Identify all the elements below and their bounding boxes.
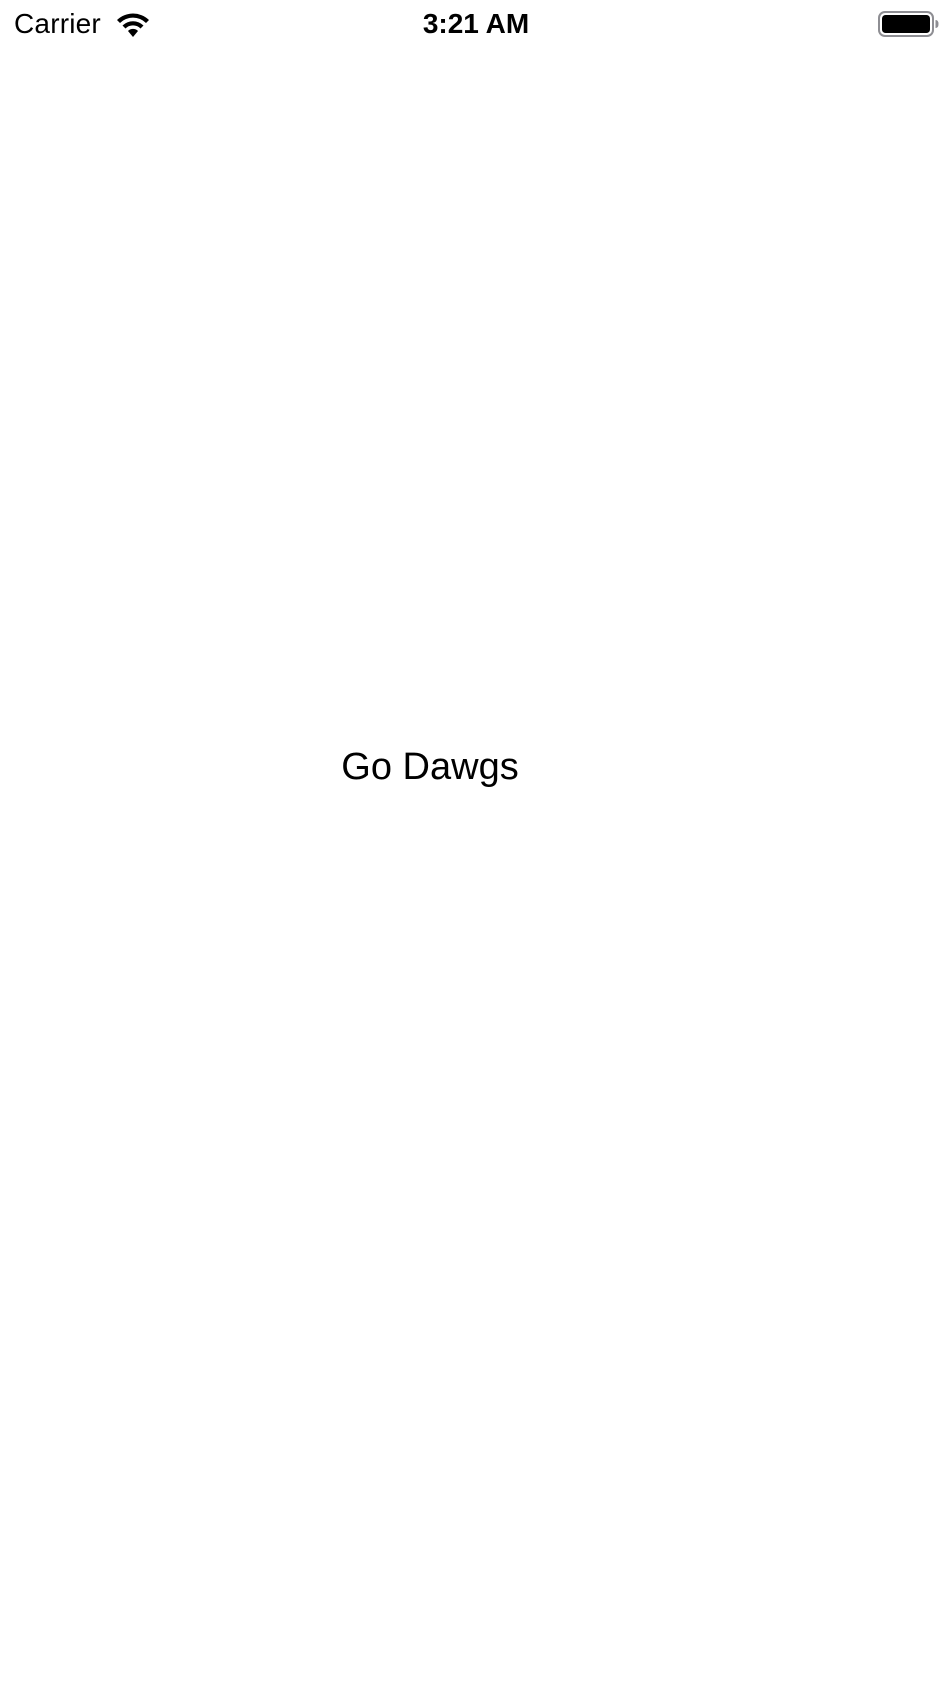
battery-icon — [878, 11, 939, 37]
center-label: Go Dawgs — [341, 746, 519, 788]
main-content: Go Dawgs — [0, 48, 952, 1694]
app-screen: Carrier 3:21 AM Go Dawgs — [0, 0, 952, 1694]
status-time: 3:21 AM — [422, 8, 530, 39]
status-bar: Carrier 3:21 AM — [0, 0, 952, 48]
